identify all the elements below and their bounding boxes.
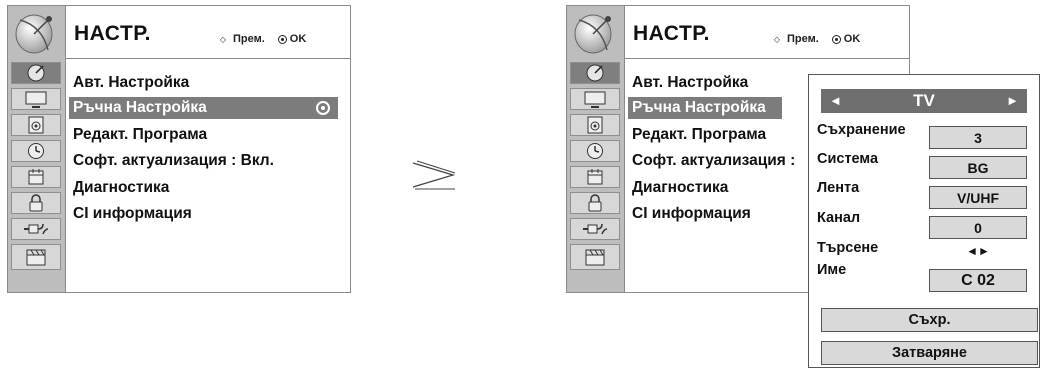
band-label: Лента: [817, 180, 860, 196]
input-plug-icon[interactable]: [11, 218, 61, 240]
page-title: НАСТР.: [633, 22, 710, 45]
lock-icon[interactable]: [570, 192, 620, 214]
menu-item-ci-info[interactable]: CI информация: [73, 203, 192, 225]
name-field[interactable]: C 02: [929, 269, 1027, 292]
clock-icon[interactable]: [570, 140, 620, 162]
menu-header: НАСТР. ◇ Прем. OK: [625, 6, 909, 59]
monitor-icon[interactable]: [11, 88, 61, 110]
satellite-dish-icon[interactable]: [570, 62, 620, 84]
menu-item-software-update[interactable]: Софт. актуализация : Вкл.: [73, 150, 274, 172]
menu-item-label: Авт. Настройка: [73, 74, 190, 91]
menu-item-label: Редакт. Програма: [73, 126, 208, 143]
satellite-dish-icon: [574, 14, 612, 54]
calendar-icon[interactable]: [570, 166, 620, 188]
menu-item-label: Редакт. Програма: [632, 126, 767, 143]
menu-item-ci-info[interactable]: CI информация: [632, 203, 751, 225]
navigation-hint: ◇ Прем. OK: [216, 33, 306, 45]
menu-item-auto-tuning[interactable]: Авт. Настройка: [73, 72, 189, 94]
name-label: Име: [817, 262, 847, 278]
selected-radio-icon: [316, 101, 330, 115]
menu-item-label: Диагностика: [632, 179, 729, 196]
satellite-dish-icon: [15, 14, 53, 54]
menu-item-label: Ръчна Настройка: [73, 99, 207, 116]
menu-item-label: CI информация: [632, 205, 751, 222]
speaker-icon[interactable]: [570, 114, 620, 136]
menu-item-manual-tuning[interactable]: Ръчна Настройка: [69, 97, 338, 119]
input-plug-icon[interactable]: [570, 218, 620, 240]
source-value: TV: [913, 91, 935, 110]
menu-item-label: Ръчна Настройка: [632, 99, 766, 116]
setup-menu-panel: НАСТР. ◇ Прем. OK Авт. Настройка Ръчна Н…: [7, 5, 351, 293]
move-arrows-icon: ◇: [219, 34, 227, 44]
clapperboard-icon[interactable]: [11, 244, 61, 270]
sidebar: [567, 6, 625, 292]
lock-icon[interactable]: [11, 192, 61, 214]
menu-item-edit-programme[interactable]: Редакт. Програма: [632, 124, 766, 146]
manual-tuning-panel: ◄ TV ► Съхранение 3 Система BG Лента V/U…: [808, 74, 1040, 368]
close-button[interactable]: Затваряне: [821, 341, 1038, 365]
source-selector[interactable]: ◄ TV ►: [821, 89, 1027, 113]
system-label: Система: [817, 151, 879, 167]
navigation-hint: ◇ Прем. OK: [770, 33, 860, 45]
storage-field[interactable]: 3: [929, 126, 1027, 149]
search-arrows-icon[interactable]: ◄►: [929, 244, 1027, 258]
menu-item-diagnostics[interactable]: Диагностика: [73, 177, 169, 199]
source-next-arrow-icon[interactable]: ►: [1006, 93, 1019, 108]
menu-item-edit-programme[interactable]: Редакт. Програма: [73, 124, 207, 146]
system-field[interactable]: BG: [929, 156, 1027, 179]
hint-move-label: Прем.: [787, 33, 819, 45]
monitor-icon[interactable]: [570, 88, 620, 110]
menu-item-label: CI информация: [73, 205, 192, 222]
menu-item-label: Софт. актуализация : Вкл.: [73, 152, 274, 169]
menu-item-label: Диагностика: [73, 179, 170, 196]
menu-item-diagnostics[interactable]: Диагностика: [632, 177, 728, 199]
hint-ok-label: OK: [843, 33, 861, 45]
clock-icon[interactable]: [11, 140, 61, 162]
menu-item-label: Софт. актуализация :: [632, 152, 796, 169]
channel-field[interactable]: 0: [929, 216, 1027, 239]
channel-label: Канал: [817, 210, 861, 226]
menu-item-manual-tuning[interactable]: Ръчна Настройка: [628, 97, 782, 119]
hint-ok-label: OK: [289, 33, 307, 45]
menu-header: НАСТР. ◇ Прем. OK: [66, 6, 350, 59]
ok-button-icon: [831, 34, 841, 44]
speaker-icon[interactable]: [11, 114, 61, 136]
sidebar: [8, 6, 66, 292]
menu-item-software-update[interactable]: Софт. актуализация :: [632, 150, 795, 172]
save-button[interactable]: Съхр.: [821, 308, 1038, 332]
next-step-arrow-icon: [412, 160, 456, 190]
clapperboard-icon[interactable]: [570, 244, 620, 270]
calendar-icon[interactable]: [11, 166, 61, 188]
ok-button-icon: [277, 34, 287, 44]
satellite-dish-icon[interactable]: [11, 62, 61, 84]
storage-label: Съхранение: [817, 122, 906, 138]
search-label: Търсене: [817, 240, 879, 256]
move-arrows-icon: ◇: [773, 34, 781, 44]
menu-item-label: Авт. Настройка: [632, 74, 749, 91]
page-title: НАСТР.: [74, 22, 151, 45]
band-field[interactable]: V/UHF: [929, 186, 1027, 209]
menu-item-auto-tuning[interactable]: Авт. Настройка: [632, 72, 748, 94]
hint-move-label: Прем.: [233, 33, 265, 45]
